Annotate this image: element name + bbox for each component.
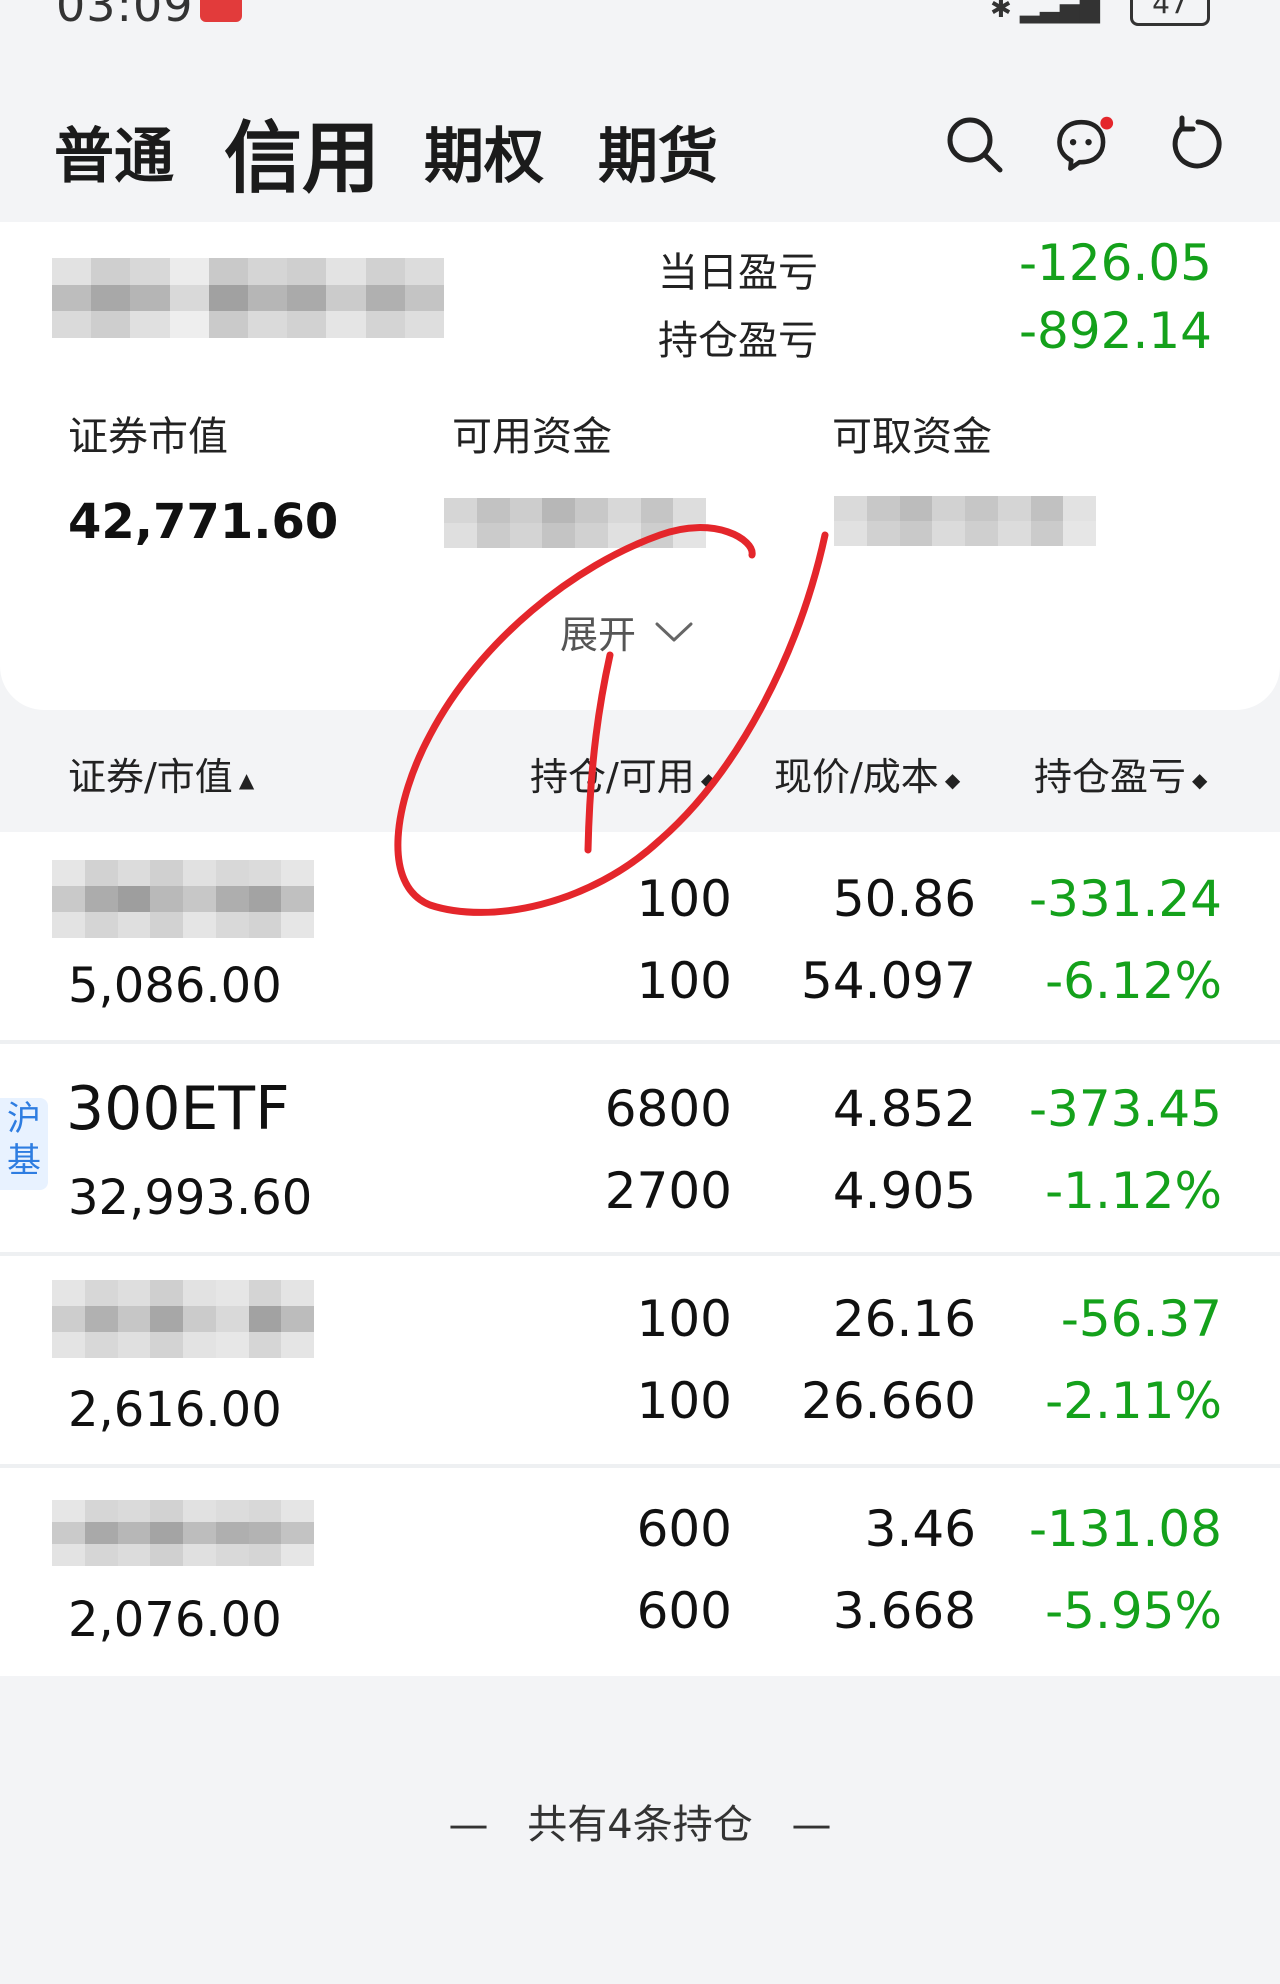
- search-icon[interactable]: [944, 114, 1004, 174]
- daily-pnl-value: -126.05: [1019, 234, 1212, 292]
- position-pnl-pct: -2.11%: [1045, 1372, 1222, 1430]
- current-price: 3.46: [864, 1500, 976, 1558]
- expand-button[interactable]: 展开: [560, 604, 694, 659]
- market-value: 2,076.00: [68, 1592, 282, 1648]
- position-pnl: -131.08: [1029, 1500, 1222, 1558]
- cost-price: 26.660: [801, 1372, 976, 1430]
- exchange-tag: 沪基: [0, 1098, 48, 1190]
- cost-price: 3.668: [832, 1582, 976, 1640]
- current-price: 4.852: [832, 1080, 976, 1138]
- position-pnl-pct: -6.12%: [1045, 952, 1222, 1010]
- sort-icon: ◆: [700, 767, 717, 792]
- available-funds-label: 可用资金: [452, 414, 612, 460]
- cost-price: 4.905: [832, 1162, 976, 1220]
- available-qty: 100: [636, 1372, 732, 1430]
- available-qty: 100: [636, 952, 732, 1010]
- position-pnl-pct: -5.95%: [1045, 1582, 1222, 1640]
- footer-dash-icon: —: [791, 1802, 832, 1848]
- position-pnl-label: 持仓盈亏: [658, 318, 818, 364]
- positions-count-text: 共有4条持仓: [527, 1802, 753, 1848]
- battery-icon: 47: [1130, 0, 1210, 26]
- position-pnl-value: -892.14: [1019, 302, 1212, 360]
- market-value: 42,771.60: [68, 494, 339, 550]
- holding-qty: 6800: [604, 1080, 732, 1138]
- security-name-blurred: [52, 1280, 314, 1358]
- chevron-down-icon: [655, 622, 693, 641]
- refresh-icon[interactable]: [1168, 114, 1228, 174]
- cost-price: 54.097: [801, 952, 976, 1010]
- footer-dash-icon: —: [448, 1802, 489, 1848]
- account-id-blurred: [52, 258, 444, 338]
- expand-label: 展开: [560, 613, 637, 657]
- sort-icon: ◆: [944, 767, 961, 792]
- signal-icon: ✱ ▂▃▅▇: [990, 0, 1101, 24]
- available-qty: 2700: [604, 1162, 732, 1220]
- tab-options[interactable]: 期权: [424, 108, 544, 195]
- position-pnl: -373.45: [1029, 1080, 1222, 1138]
- market-value: 32,993.60: [68, 1170, 313, 1226]
- message-icon[interactable]: [1054, 114, 1114, 174]
- available-qty: 600: [636, 1582, 732, 1640]
- tab-normal[interactable]: 普通: [54, 108, 174, 195]
- holding-qty: 100: [636, 1290, 732, 1348]
- market-value: 5,086.00: [68, 958, 282, 1014]
- security-name-blurred: [52, 1500, 314, 1566]
- position-pnl: -56.37: [1060, 1290, 1222, 1348]
- sort-icon: ▲: [238, 767, 255, 792]
- holding-qty: 600: [636, 1500, 732, 1558]
- market-value-label: 证券市值: [68, 414, 228, 460]
- brand-badge-icon: [200, 0, 242, 22]
- security-name-blurred: [52, 860, 314, 938]
- holding-qty: 100: [636, 870, 732, 928]
- column-pnl[interactable]: 持仓盈亏 ◆: [1034, 746, 1207, 801]
- position-pnl: -331.24: [1029, 870, 1222, 928]
- status-time: 03:09: [56, 0, 194, 32]
- current-price: 26.16: [832, 1290, 976, 1348]
- tab-credit[interactable]: 信用: [224, 96, 380, 208]
- market-value: 2,616.00: [68, 1382, 282, 1438]
- withdrawable-funds-blurred: [834, 496, 1096, 546]
- positions-count-footer: — 共有4条持仓 —: [0, 1792, 1280, 1850]
- position-pnl-pct: -1.12%: [1045, 1162, 1222, 1220]
- column-position[interactable]: 持仓/可用 ◆: [530, 746, 716, 801]
- daily-pnl-label: 当日盈亏: [658, 250, 818, 296]
- security-name: 300ETF: [66, 1074, 290, 1144]
- current-price: 50.86: [832, 870, 976, 928]
- tab-futures[interactable]: 期货: [598, 108, 718, 195]
- withdrawable-funds-label: 可取资金: [832, 414, 992, 460]
- sort-icon: ◆: [1192, 767, 1208, 792]
- column-security[interactable]: 证券/市值 ▲: [68, 746, 254, 801]
- column-price[interactable]: 现价/成本 ◆: [774, 746, 960, 801]
- available-funds-blurred: [444, 498, 706, 548]
